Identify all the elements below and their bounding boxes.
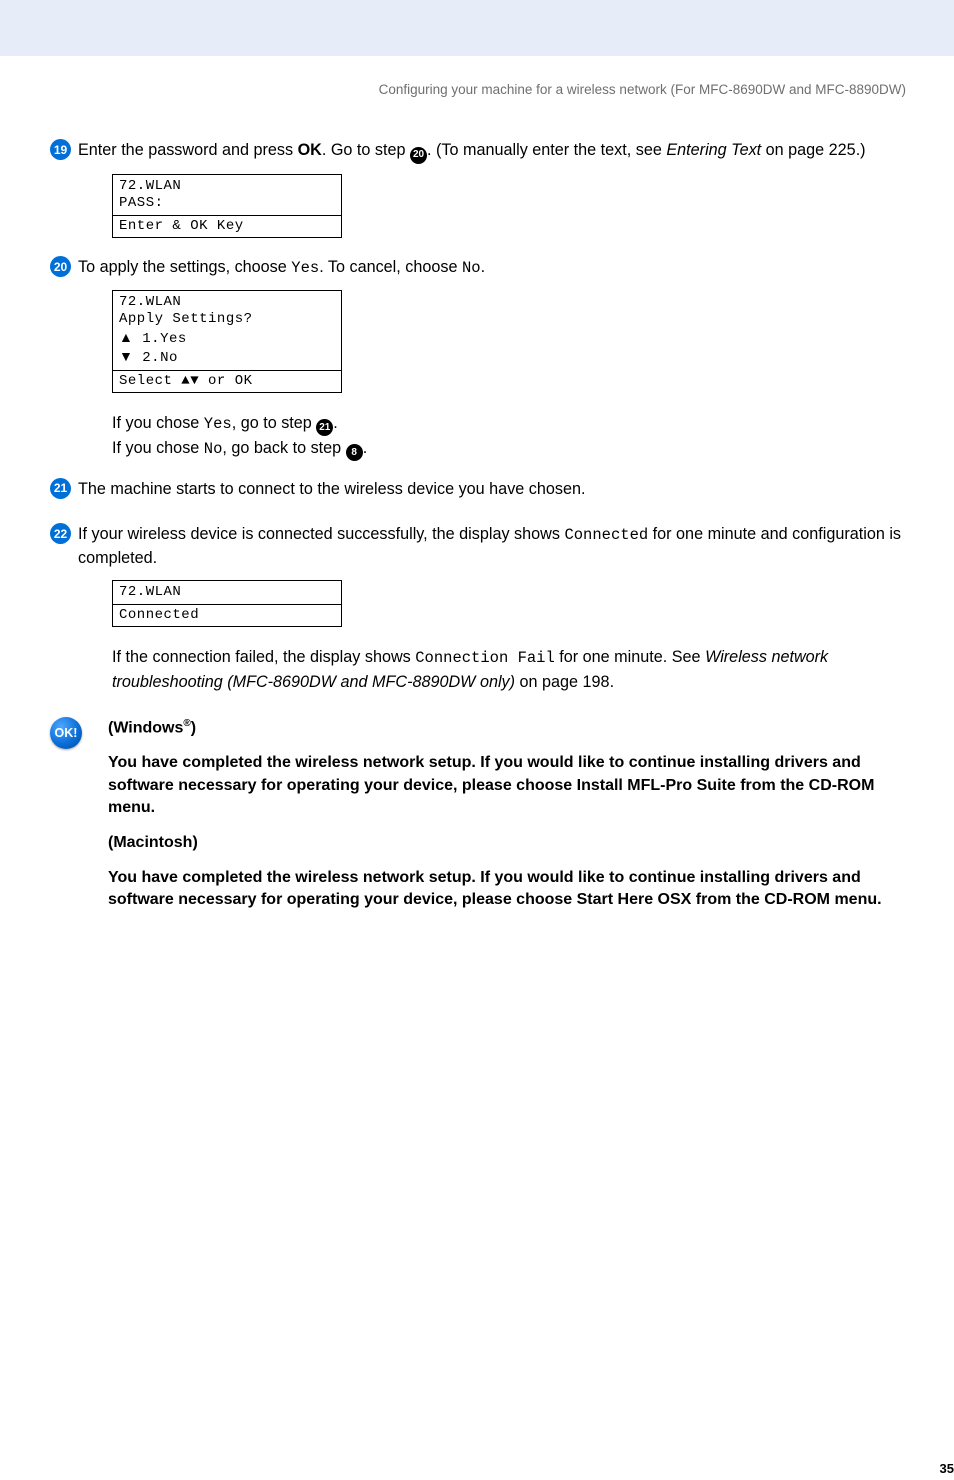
step19-text: Enter the password and press: [78, 141, 298, 159]
lcd-footer: Select ▲▼ or OK: [113, 370, 341, 393]
step-number-icon: 22: [50, 523, 71, 544]
lcd-footer: Enter & OK Key: [113, 215, 341, 238]
step-20: 20 To apply the settings, choose Yes. To…: [78, 256, 906, 279]
windows-body: You have completed the wireless network …: [108, 752, 906, 820]
step20-followup: If you chose Yes, go to step 21. If you …: [112, 411, 906, 462]
step-number-icon: 19: [50, 139, 71, 160]
registered-icon: ®: [183, 718, 190, 729]
top-band: [0, 0, 954, 56]
lcd-line: 72.WLAN: [119, 294, 335, 312]
lcd-display: 72.WLAN Connected: [112, 580, 342, 627]
lcd-line: 72.WLAN: [119, 178, 335, 196]
mono-value: Yes: [291, 259, 319, 277]
ok-badge-icon: OK!: [50, 717, 82, 749]
lcd-line: Apply Settings?: [119, 311, 335, 329]
mono-value: No: [462, 259, 481, 277]
lcd-display: 72.WLAN Apply Settings? ▲ 1.Yes ▼ 2.No S…: [112, 290, 342, 394]
mono-value: No: [204, 440, 223, 458]
mono-value: Connection Fail: [415, 649, 555, 667]
lcd-line: ▲ 1.Yes: [119, 329, 335, 349]
up-arrow-icon: ▲: [119, 329, 133, 345]
mono-value: Yes: [204, 415, 232, 433]
step-19: 19 Enter the password and press OK. Go t…: [78, 139, 906, 164]
step-number-icon: 21: [50, 478, 71, 499]
step-22: 22 If your wireless device is connected …: [78, 523, 906, 570]
lcd-line: ▼ 2.No: [119, 348, 335, 368]
mac-heading: (Macintosh): [108, 832, 906, 855]
step22-text: If your wireless device is connected suc…: [78, 525, 564, 543]
step19-text: . Go to step: [322, 141, 410, 159]
mac-body: You have completed the wireless network …: [108, 867, 906, 912]
cross-ref-link[interactable]: Entering Text: [666, 141, 761, 159]
step-ref-icon: 20: [410, 147, 427, 164]
step20-text: . To cancel, choose: [319, 258, 462, 276]
step-ref-icon: 8: [346, 444, 363, 461]
mono-value: Connected: [564, 526, 648, 544]
step-ref-icon: 21: [316, 419, 333, 436]
running-header: Configuring your machine for a wireless …: [78, 56, 906, 139]
ok-section: OK! (Windows®) You have completed the wi…: [78, 717, 906, 924]
step-21: 21 The machine starts to connect to the …: [78, 478, 906, 501]
step-number-icon: 20: [50, 256, 71, 277]
ok-keyword: OK: [298, 141, 322, 159]
step21-text: The machine starts to connect to the wir…: [78, 478, 906, 501]
step19-text: . (To manually enter the text, see: [427, 141, 666, 159]
windows-heading: (Windows®): [108, 717, 906, 740]
lcd-line: PASS:: [119, 195, 335, 213]
step20-text: .: [481, 258, 486, 276]
lcd-footer: Connected: [113, 604, 341, 627]
step20-text: To apply the settings, choose: [78, 258, 291, 276]
down-arrow-icon: ▼: [119, 348, 133, 364]
step22-fail: If the connection failed, the display sh…: [112, 645, 906, 695]
lcd-line: 72.WLAN: [119, 584, 335, 602]
page-number: 35: [940, 1461, 954, 1476]
lcd-display: 72.WLAN PASS: Enter & OK Key: [112, 174, 342, 239]
step19-text: on page 225.): [761, 141, 865, 159]
